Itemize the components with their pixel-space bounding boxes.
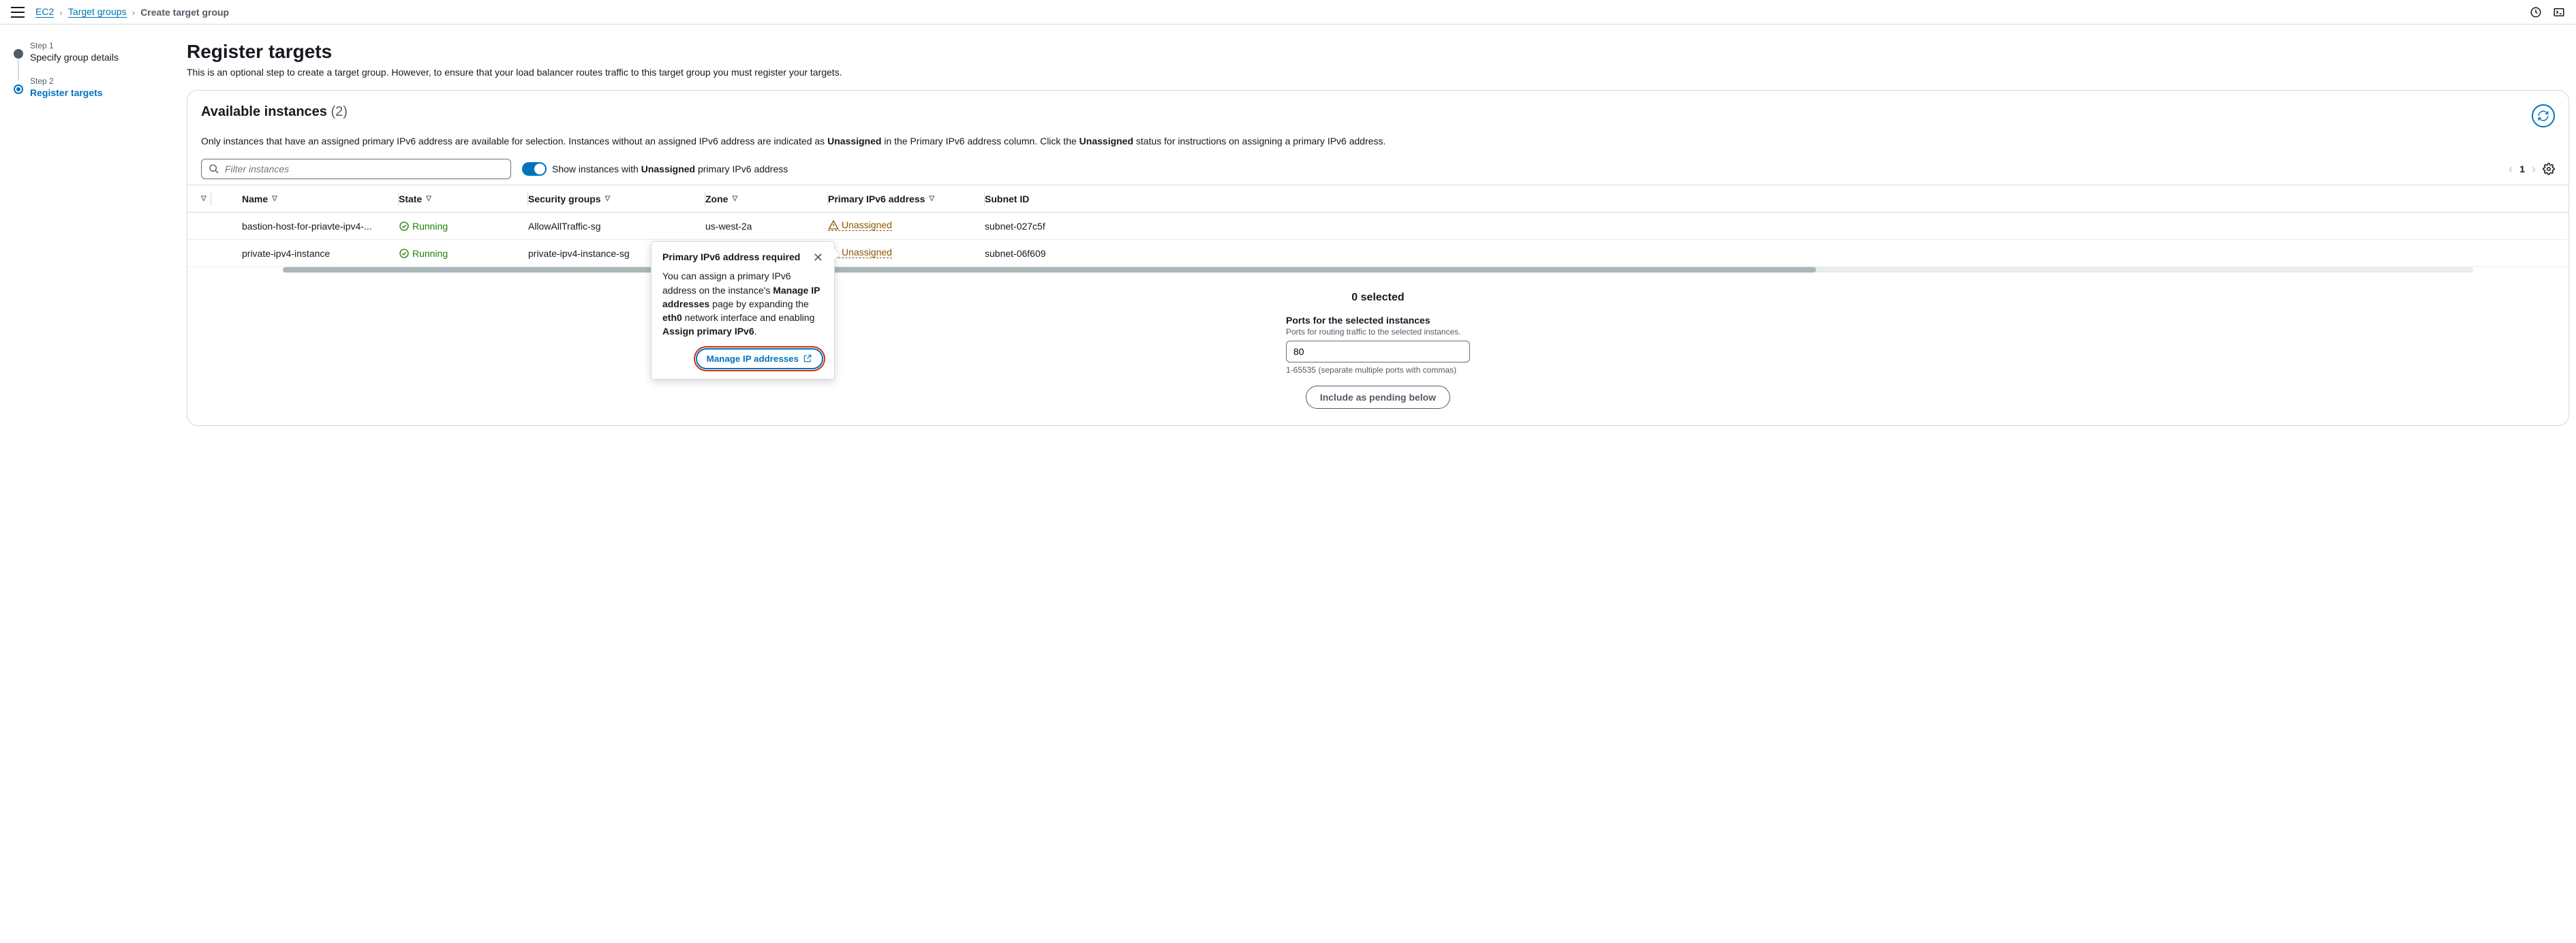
table-row[interactable]: bastion-host-for-priavte-ipv4-... Runnin… [187,213,2569,240]
clock-icon[interactable] [2530,6,2542,18]
pager-next[interactable]: › [2532,162,2536,176]
close-icon[interactable]: ✕ [813,251,823,264]
cell-pip6[interactable]: Unassigned [828,219,985,232]
ports-hint: 1-65535 (separate multiple ports with co… [1286,365,1470,375]
cell-state: Running [399,221,528,232]
cloudshell-icon[interactable] [2553,6,2565,18]
wizard-sidebar: Step 1 Specify group details Step 2 Regi… [0,25,170,442]
breadcrumb-target-groups[interactable]: Target groups [68,6,127,18]
selected-count: 0 selected [187,292,2569,304]
cell-state: Running [399,248,528,259]
cell-name: bastion-host-for-priavte-ipv4-... [242,221,399,232]
table-header: ▽ Name▽ State▽ Security groups▽ Zone▽ Pr… [187,185,2569,213]
pager-prev[interactable]: ‹ [2509,162,2513,176]
cell-name: private-ipv4-instance [242,248,399,259]
refresh-icon [2537,110,2549,122]
step-1-title: Specify group details [30,52,157,63]
col-pip6[interactable]: Primary IPv6 address [828,194,925,204]
gear-icon[interactable] [2543,163,2555,175]
include-pending-button[interactable]: Include as pending below [1306,386,1450,409]
panel-count: (2) [331,104,347,119]
col-zone[interactable]: Zone [705,194,728,204]
table-row[interactable]: private-ipv4-instance Running private-ip… [187,240,2569,267]
cell-sg: AllowAllTraffic-sg [528,221,705,232]
search-input-wrapper[interactable] [201,159,511,179]
wizard-step-2[interactable]: Step 2 Register targets [14,76,157,98]
ipv6-required-popover: Primary IPv6 address required ✕ You can … [651,241,835,379]
pager-page: 1 [2519,164,2525,174]
ports-input[interactable] [1286,341,1470,362]
step-2-title: Register targets [30,87,157,98]
running-check-icon [399,221,410,232]
breadcrumb-ec2[interactable]: EC2 [35,6,54,18]
col-sg[interactable]: Security groups [528,194,601,204]
search-input[interactable] [225,164,504,174]
search-icon [209,164,219,174]
cell-pip6[interactable]: Unassigned [828,247,985,260]
breadcrumb-current: Create target group [140,7,229,18]
page-title: Register targets [187,41,2576,63]
running-check-icon [399,248,410,259]
top-bar: EC2 › Target groups › Create target grou… [0,0,2576,25]
page-description: This is an optional step to create a tar… [187,67,2576,78]
unassigned-toggle[interactable] [522,162,547,176]
chevron-right-icon: › [132,7,136,18]
panel-note: Only instances that have an assigned pri… [201,134,2555,148]
col-subnet[interactable]: Subnet ID [985,194,1029,204]
step-1-label: Step 1 [30,41,157,50]
step-marker-active-icon [14,84,23,94]
popover-title: Primary IPv6 address required [662,251,800,262]
wizard-step-1[interactable]: Step 1 Specify group details [14,41,157,63]
ports-label: Ports for the selected instances [1286,315,1470,326]
warning-icon [828,219,839,230]
chevron-right-icon: › [59,7,63,18]
col-state[interactable]: State [399,194,422,204]
cell-subnet: subnet-027c5f [985,221,1080,232]
menu-icon[interactable] [11,7,25,18]
cell-subnet: subnet-06f609 [985,248,1080,259]
sort-icon[interactable]: ▽ [201,195,206,202]
breadcrumb: EC2 › Target groups › Create target grou… [35,6,229,18]
refresh-button[interactable] [2532,104,2555,127]
col-name[interactable]: Name [242,194,268,204]
available-instances-panel: Available instances (2) Only instances t… [187,90,2569,426]
horizontal-scrollbar[interactable] [283,267,2473,273]
cell-zone: us-west-2a [705,221,828,232]
panel-title: Available instances [201,104,327,119]
manage-ip-addresses-button[interactable]: Manage IP addresses [696,348,823,369]
step-2-label: Step 2 [30,76,157,86]
ports-sublabel: Ports for routing traffic to the selecte… [1286,327,1470,337]
step-marker-icon [14,49,23,59]
external-link-icon [803,354,812,363]
popover-body: You can assign a primary IPv6 address on… [662,269,823,338]
instances-table: ▽ Name▽ State▽ Security groups▽ Zone▽ Pr… [187,185,2569,273]
toggle-label: Show instances with Unassigned primary I… [552,164,788,174]
